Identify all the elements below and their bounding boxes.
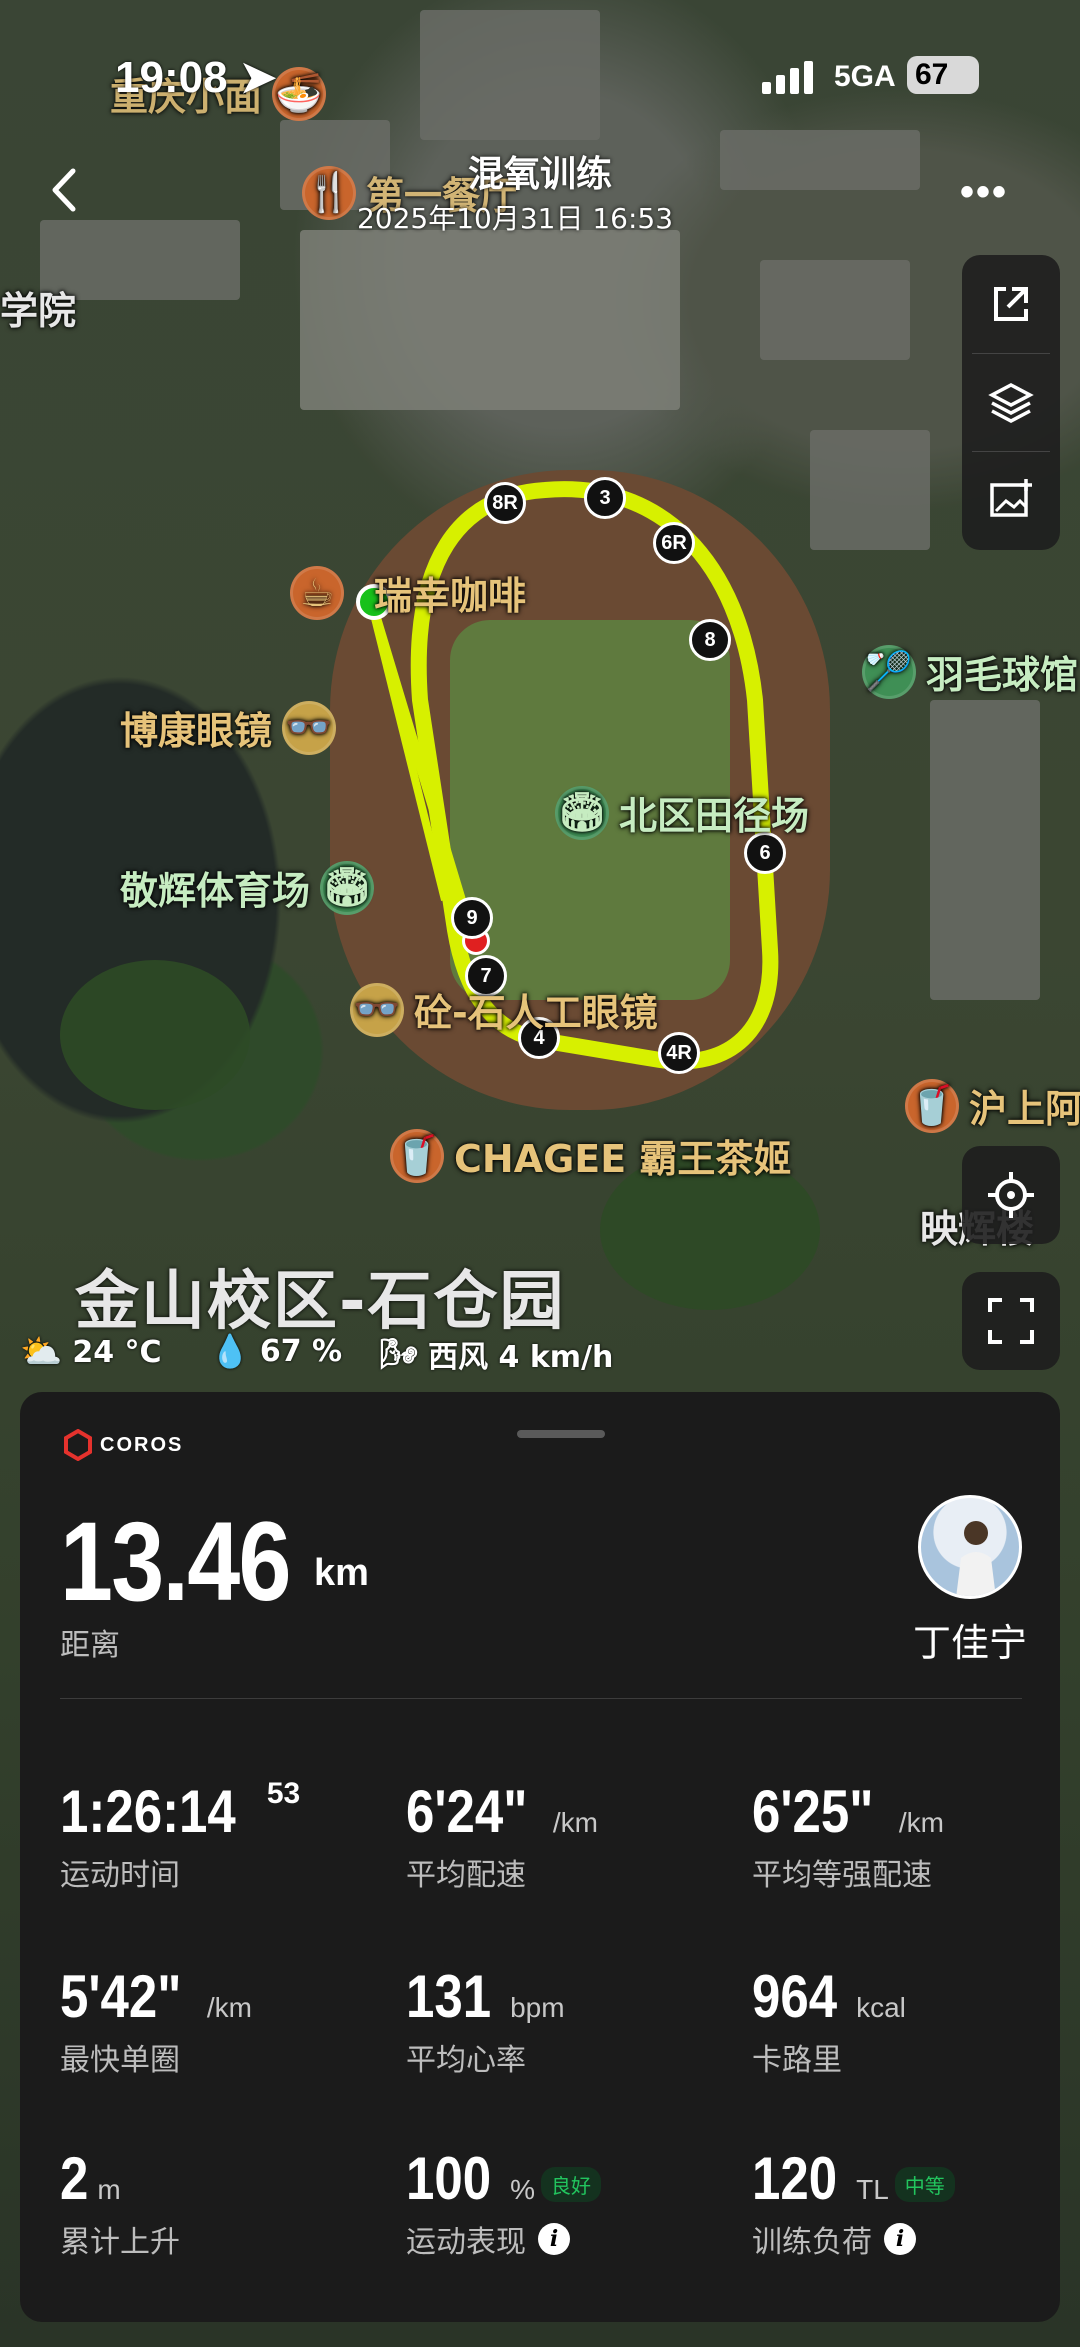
signal-icon (762, 61, 813, 94)
glasses-icon: 👓 (282, 700, 337, 755)
metric-load: 120 TL 中等 训练负荷 i (752, 2144, 1072, 2261)
distance-value: 13.46 (60, 1499, 291, 1624)
drag-handle[interactable] (517, 1430, 605, 1438)
metric-calories: 964 kcal 卡路里 (752, 1963, 906, 2078)
metric-grade-pace: 6'25"/km 平均等强配速 (752, 1778, 944, 1893)
avatar[interactable] (918, 1495, 1022, 1599)
weather-humidity: 💧 67 % (210, 1332, 343, 1370)
campus-label: 金山校区-石仓园 (75, 1265, 566, 1339)
stadium-icon: 🏟 (555, 785, 609, 840)
distance-unit: km (314, 1552, 369, 1594)
network-type: 5GA (834, 60, 896, 93)
info-icon[interactable]: i (884, 2223, 916, 2255)
metric-performance: 100% 良好 运动表现 i (406, 2144, 726, 2261)
poi-jinghui-stadium[interactable]: 敬辉体育场 🏟 (120, 860, 375, 915)
status-time: 19:08 ➤ (115, 53, 277, 102)
fullscreen-icon (988, 1298, 1034, 1344)
distance-label: 距离 (60, 1628, 120, 1663)
battery-icon: 67 (907, 56, 979, 94)
fullscreen-button[interactable] (962, 1272, 1060, 1370)
poi-coffee[interactable]: ☕ 瑞幸咖啡 (290, 565, 526, 620)
page-title: 混氧训练 (467, 154, 612, 195)
tea-cup-icon: 🥤 (390, 1128, 444, 1183)
weather-wind: 🌬 西风 4 km/h (380, 1336, 614, 1376)
poi-hushang[interactable]: 🥤 沪上阿 (905, 1078, 1080, 1133)
lap-marker[interactable]: 9 (451, 897, 493, 939)
locate-icon (988, 1172, 1034, 1218)
map-tools-panel (962, 255, 1060, 550)
drink-icon: 🥤 (905, 1078, 959, 1133)
lap-marker[interactable]: 8 (689, 619, 731, 661)
coros-logo-icon (64, 1429, 92, 1461)
info-icon[interactable]: i (538, 2223, 570, 2255)
poi-badminton[interactable]: 🏸 羽毛球馆 (862, 644, 1078, 699)
metric-fastest-lap: 5'42"/km 最快单圈 (60, 1963, 252, 2078)
poi-glasses-bokang[interactable]: 博康眼镜 👓 (120, 700, 337, 755)
lap-marker[interactable]: 4R (658, 1032, 700, 1074)
metric-avg-pace: 6'24"/km 平均配速 (406, 1778, 598, 1893)
performance-badge: 良好 (541, 2167, 602, 2202)
locate-button[interactable] (962, 1146, 1060, 1244)
droplet-icon: 💧 (210, 1332, 250, 1370)
location-arrow-icon: ➤ (239, 53, 277, 102)
more-options-icon[interactable]: ••• (960, 170, 1020, 214)
badminton-icon: 🏸 (862, 644, 916, 699)
wind-icon: 🌬 (380, 1336, 419, 1372)
cloud-sun-icon: ⛅ (20, 1332, 63, 1372)
lap-marker[interactable]: 3 (584, 477, 626, 519)
metric-time: 1:26:14 53 运动时间 (60, 1777, 301, 1893)
layers-icon[interactable] (962, 353, 1060, 451)
lap-marker[interactable]: 6R (653, 522, 695, 564)
stadium-icon: 🏟 (320, 860, 375, 915)
status-bar: 19:08 ➤ 5GA 67 (0, 52, 1080, 112)
share-icon[interactable] (962, 255, 1060, 353)
metric-ascent: 2m 累计上升 (60, 2145, 180, 2260)
divider (60, 1698, 1022, 1699)
poi-college[interactable]: 学院 (0, 280, 76, 335)
coffee-icon: ☕ (290, 565, 344, 620)
poi-chagee[interactable]: 🥤 CHAGEE 霸王茶姬 (390, 1128, 791, 1183)
add-photo-icon[interactable] (962, 451, 1060, 549)
user-name: 丁佳宁 (912, 1621, 1027, 1665)
glasses-icon: 👓 (350, 982, 404, 1037)
brand-logo: COROS (62, 1429, 183, 1461)
metric-heart-rate: 131 bpm 平均心率 (406, 1963, 565, 2078)
activity-datetime: 2025年10月31日 16:53 (356, 202, 674, 235)
load-badge: 中等 (894, 2167, 955, 2202)
poi-north-track[interactable]: 🏟 北区田径场 (555, 785, 809, 840)
weather-temp: ⛅ 24 °C (20, 1332, 162, 1372)
poi-glasses-tong[interactable]: 👓 砼-石人工眼镜 (350, 982, 658, 1037)
lap-marker[interactable]: 8R (484, 482, 526, 524)
summary-card: COROS 13.46 km 距离 丁佳宁 1:26:14 53 运动时间 6'2… (20, 1392, 1060, 2322)
